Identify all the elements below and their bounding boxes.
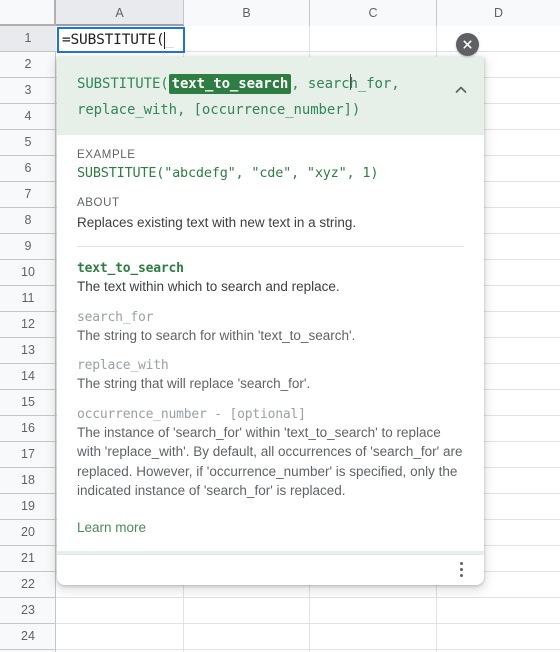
row-header-23[interactable]: 23 <box>0 598 56 624</box>
signature-line-2: replace_with, [occurrence_number]) <box>77 102 361 118</box>
kebab-dot <box>459 562 463 565</box>
row-header-18[interactable]: 18 <box>0 468 56 494</box>
parameter-description: The text within which to search and repl… <box>77 279 340 294</box>
signature-separator-2: , <box>391 76 400 92</box>
row-header-12[interactable]: 12 <box>0 312 56 338</box>
row-header-20[interactable]: 20 <box>0 520 56 546</box>
signature-arg-search-for: search_for <box>307 76 392 92</box>
row-header-4[interactable]: 4 <box>0 104 56 130</box>
row-header-11[interactable]: 11 <box>0 286 56 312</box>
row-header-1[interactable]: 1 <box>0 26 56 52</box>
editor-placeholder-underscore: _ <box>165 32 175 48</box>
parameter-name: occurrence_number - [optional] <box>77 406 306 422</box>
row-header-14[interactable]: 14 <box>0 364 56 390</box>
kebab-dot <box>459 574 463 577</box>
section-divider <box>77 246 464 247</box>
cell-editor-a1[interactable]: =SUBSTITUTE(_ <box>57 27 185 53</box>
row-header-19[interactable]: 19 <box>0 494 56 520</box>
row-header-15[interactable]: 15 <box>0 390 56 416</box>
formula-signature-header: SUBSTITUTE(text_to_search, search_for, r… <box>57 57 484 135</box>
parameter-description: The instance of 'search_for' within 'tex… <box>77 424 463 499</box>
row-header-24[interactable]: 24 <box>0 624 56 650</box>
chevron-up-icon[interactable] <box>450 79 472 101</box>
more-options-icon[interactable] <box>452 561 470 579</box>
column-header-c[interactable]: C <box>310 0 437 26</box>
row-header-22[interactable]: 22 <box>0 572 56 598</box>
select-all-corner[interactable] <box>0 0 56 26</box>
example-code: SUBSTITUTE("abcdefg", "cde", "xyz", 1) <box>77 165 379 181</box>
row-header-17[interactable]: 17 <box>0 442 56 468</box>
learn-more-link[interactable]: Learn more <box>77 520 146 535</box>
row-header-strip: 1 2 3 4 5 6 7 8 9 10 11 12 13 14 15 16 1… <box>0 26 56 652</box>
parameter-replace-with: replace_with The string that will replac… <box>77 358 464 394</box>
signature-prefix: SUBSTITUTE( <box>77 76 169 92</box>
row-header-9[interactable]: 9 <box>0 234 56 260</box>
row-header-2[interactable]: 2 <box>0 52 56 78</box>
example-label: EXAMPLE <box>77 149 136 161</box>
formula-signature-text: SUBSTITUTE(text_to_search, search_for, r… <box>77 71 438 123</box>
column-header-a[interactable]: A <box>56 0 184 26</box>
column-header-strip: A B C D <box>56 0 560 26</box>
formula-help-body: EXAMPLE SUBSTITUTE("abcdefg", "cde", "xy… <box>57 135 484 551</box>
column-header-b[interactable]: B <box>184 0 310 26</box>
parameter-text-to-search: text_to_search The text within which to … <box>77 261 464 297</box>
parameter-name: text_to_search <box>77 261 184 276</box>
signature-separator-1: , <box>291 76 308 92</box>
about-label: ABOUT <box>77 197 120 209</box>
row-header-13[interactable]: 13 <box>0 338 56 364</box>
parameter-occurrence-number: occurrence_number - [optional] The insta… <box>77 407 464 501</box>
row-header-3[interactable]: 3 <box>0 78 56 104</box>
grid-line <box>56 623 560 624</box>
kebab-dot <box>459 568 463 571</box>
parameter-search-for: search_for The string to search for with… <box>77 310 464 346</box>
column-header-d[interactable]: D <box>437 0 560 26</box>
row-header-21[interactable]: 21 <box>0 546 56 572</box>
signature-active-argument: text_to_search <box>168 74 292 94</box>
row-header-16[interactable]: 16 <box>0 416 56 442</box>
grid-line <box>56 597 560 598</box>
formula-help-panel: SUBSTITUTE(text_to_search, search_for, r… <box>57 57 484 585</box>
row-header-5[interactable]: 5 <box>0 130 56 156</box>
row-header-7[interactable]: 7 <box>0 182 56 208</box>
grid-line <box>56 649 560 650</box>
formula-help-footer <box>57 553 484 585</box>
cell-editor-value: =SUBSTITUTE( <box>62 32 165 48</box>
row-header-6[interactable]: 6 <box>0 156 56 182</box>
parameter-name: replace_with <box>77 358 169 373</box>
close-icon[interactable] <box>456 33 479 56</box>
about-text: Replaces existing text with new text in … <box>77 215 357 230</box>
parameter-description: The string that will replace 'search_for… <box>77 376 311 391</box>
parameter-description: The string to search for within 'text_to… <box>77 327 356 343</box>
row-header-8[interactable]: 8 <box>0 208 56 234</box>
spreadsheet: A B C D 1 2 3 4 5 6 7 8 9 10 11 12 13 14… <box>0 0 560 652</box>
row-header-10[interactable]: 10 <box>0 260 56 286</box>
parameter-name: search_for <box>77 309 154 325</box>
